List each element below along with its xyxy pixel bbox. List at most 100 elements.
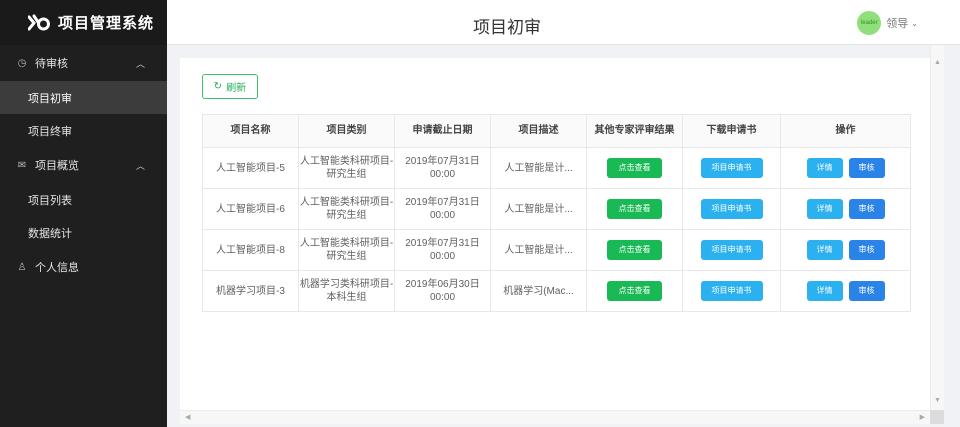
col-expert-results: 其他专家评审结果 bbox=[586, 114, 683, 148]
deadline-time: 00:00 bbox=[429, 210, 456, 221]
cell-download: 项目申请书 bbox=[682, 147, 781, 189]
cell-expert-results: 点击查看 bbox=[586, 229, 683, 271]
cell-actions: 详情 审核 bbox=[780, 270, 911, 312]
table-header-row: 项目名称 项目类别 申请截止日期 项目描述 其他专家评审结果 下载申请书 操作 bbox=[202, 114, 911, 148]
cell-actions: 详情 审核 bbox=[780, 147, 911, 189]
cell-description: 人工智能是计... bbox=[490, 188, 587, 230]
detail-button[interactable]: 详情 bbox=[806, 240, 843, 260]
view-results-button[interactable]: 点击查看 bbox=[607, 158, 662, 178]
cell-project-name: 机器学习项目-3 bbox=[202, 270, 299, 312]
scroll-up-icon[interactable]: ▲ bbox=[934, 59, 941, 66]
detail-button[interactable]: 详情 bbox=[806, 199, 843, 219]
avatar[interactable]: leader bbox=[857, 11, 882, 35]
menu-group-label: 个人信息 bbox=[35, 262, 79, 274]
cell-project-category: 人工智能类科研项目-研究生组 bbox=[298, 147, 395, 189]
download-application-button[interactable]: 项目申请书 bbox=[700, 158, 763, 178]
cell-download: 项目申请书 bbox=[682, 229, 781, 271]
col-deadline: 申请截止日期 bbox=[394, 114, 491, 148]
project-table: 项目名称 项目类别 申请截止日期 项目描述 其他专家评审结果 下载申请书 操作 … bbox=[202, 114, 911, 312]
scroll-down-icon[interactable]: ▼ bbox=[934, 397, 941, 404]
menu-group-label: 待审核 bbox=[35, 58, 68, 70]
deadline-time: 00:00 bbox=[429, 169, 456, 180]
col-project-category: 项目类别 bbox=[298, 114, 395, 148]
refresh-button[interactable]: ↻ 刷新 bbox=[202, 74, 258, 99]
refresh-icon: ↻ bbox=[213, 81, 223, 92]
user-icon: ♙ bbox=[17, 261, 27, 273]
cell-project-category: 人工智能类科研项目-研究生组 bbox=[298, 188, 395, 230]
table-row: 人工智能项目-8 人工智能类科研项目-研究生组 2019年07月31日 00:00… bbox=[202, 229, 911, 271]
col-actions: 操作 bbox=[780, 114, 911, 148]
cell-project-name: 人工智能项目-8 bbox=[202, 229, 299, 271]
sidebar-menu: ◷ 待审核 ︿ 项目初审 项目终审 ✉ 项目概览 ︿ 项目列表 数据统计 ♙ 个… bbox=[0, 45, 167, 285]
table-row: 人工智能项目-6 人工智能类科研项目-研究生组 2019年07月31日 00:00… bbox=[202, 188, 911, 230]
table-row: 机器学习项目-3 机器学习类科研项目-本科生组 2019年06月30日 00:00… bbox=[202, 270, 911, 312]
vertical-scrollbar[interactable]: ▲ ▼ bbox=[930, 45, 944, 410]
view-results-button[interactable]: 点击查看 bbox=[607, 199, 662, 219]
sidebar-item-final-review[interactable]: 项目终审 bbox=[0, 114, 167, 147]
menu-group-project-overview[interactable]: ✉ 项目概览 ︿ bbox=[0, 147, 167, 183]
page-title: 项目初审 bbox=[473, 18, 541, 37]
scroll-right-icon[interactable]: ▶ bbox=[920, 413, 925, 421]
chevron-up-icon: ︿ bbox=[135, 58, 145, 69]
content-panel: ↻ 刷新 项目名称 项目类别 申请截止日期 项目描述 其他专家评审结果 下载申请… bbox=[180, 58, 930, 410]
menu-group-personal-info[interactable]: ♙ 个人信息 bbox=[0, 249, 167, 285]
cell-expert-results: 点击查看 bbox=[586, 147, 683, 189]
detail-button[interactable]: 详情 bbox=[806, 281, 843, 301]
cell-expert-results: 点击查看 bbox=[586, 270, 683, 312]
view-results-button[interactable]: 点击查看 bbox=[607, 240, 662, 260]
deadline-time: 00:00 bbox=[429, 292, 456, 303]
refresh-label: 刷新 bbox=[226, 83, 247, 94]
deadline-time: 00:00 bbox=[429, 251, 456, 262]
logo: 项目管理系统 bbox=[0, 0, 167, 45]
chevron-up-icon: ︿ bbox=[135, 160, 145, 171]
user-menu[interactable]: leader 领导 ⌄ bbox=[857, 11, 918, 35]
horizontal-scrollbar[interactable]: ◀ ▶ bbox=[180, 410, 930, 424]
cell-project-name: 人工智能项目-5 bbox=[202, 147, 299, 189]
review-button[interactable]: 审核 bbox=[848, 158, 885, 178]
deadline-date: 2019年07月31日 bbox=[405, 238, 480, 249]
sidebar-item-initial-review[interactable]: 项目初审 bbox=[0, 81, 167, 114]
clock-icon: ◷ bbox=[17, 57, 27, 69]
username[interactable]: 领导 bbox=[886, 15, 908, 31]
cell-actions: 详情 审核 bbox=[780, 188, 911, 230]
review-button[interactable]: 审核 bbox=[848, 281, 885, 301]
download-application-button[interactable]: 项目申请书 bbox=[700, 199, 763, 219]
detail-button[interactable]: 详情 bbox=[806, 158, 843, 178]
cell-actions: 详情 审核 bbox=[780, 229, 911, 271]
cell-description: 人工智能是计... bbox=[490, 147, 587, 189]
col-description: 项目描述 bbox=[490, 114, 587, 148]
cell-deadline: 2019年07月31日 00:00 bbox=[394, 147, 491, 189]
download-application-button[interactable]: 项目申请书 bbox=[700, 240, 763, 260]
app-root: 项目管理系统 ◷ 待审核 ︿ 项目初审 项目终审 ✉ 项目概览 ︿ 项目列表 数… bbox=[0, 0, 960, 427]
review-button[interactable]: 审核 bbox=[848, 240, 885, 260]
cell-project-category: 人工智能类科研项目-研究生组 bbox=[298, 229, 395, 271]
sidebar: 项目管理系统 ◷ 待审核 ︿ 项目初审 项目终审 ✉ 项目概览 ︿ 项目列表 数… bbox=[0, 0, 167, 427]
cell-description: 人工智能是计... bbox=[490, 229, 587, 271]
cell-project-category: 机器学习类科研项目-本科生组 bbox=[298, 270, 395, 312]
chevron-down-icon[interactable]: ⌄ bbox=[911, 19, 918, 28]
menu-group-pending-review[interactable]: ◷ 待审核 ︿ bbox=[0, 45, 167, 81]
cell-deadline: 2019年07月31日 00:00 bbox=[394, 188, 491, 230]
menu-group-label: 项目概览 bbox=[35, 160, 79, 172]
deadline-date: 2019年07月31日 bbox=[405, 156, 480, 167]
scroll-left-icon[interactable]: ◀ bbox=[185, 413, 190, 421]
sidebar-item-project-list[interactable]: 项目列表 bbox=[0, 183, 167, 216]
deadline-date: 2019年07月31日 bbox=[405, 197, 480, 208]
table-row: 人工智能项目-5 人工智能类科研项目-研究生组 2019年07月31日 00:00… bbox=[202, 147, 911, 189]
col-download: 下载申请书 bbox=[682, 114, 781, 148]
cell-deadline: 2019年07月31日 00:00 bbox=[394, 229, 491, 271]
sidebar-item-statistics[interactable]: 数据统计 bbox=[0, 216, 167, 249]
download-application-button[interactable]: 项目申请书 bbox=[700, 281, 763, 301]
app-title: 项目管理系统 bbox=[58, 14, 155, 32]
col-project-name: 项目名称 bbox=[202, 114, 299, 148]
review-button[interactable]: 审核 bbox=[848, 199, 885, 219]
top-header: 项目初审 leader 领导 ⌄ bbox=[167, 0, 960, 45]
mail-icon: ✉ bbox=[17, 159, 27, 171]
cell-project-name: 人工智能项目-6 bbox=[202, 188, 299, 230]
cell-expert-results: 点击查看 bbox=[586, 188, 683, 230]
cell-download: 项目申请书 bbox=[682, 270, 781, 312]
cell-deadline: 2019年06月30日 00:00 bbox=[394, 270, 491, 312]
view-results-button[interactable]: 点击查看 bbox=[607, 281, 662, 301]
cell-download: 项目申请书 bbox=[682, 188, 781, 230]
deadline-date: 2019年06月30日 bbox=[405, 279, 480, 290]
